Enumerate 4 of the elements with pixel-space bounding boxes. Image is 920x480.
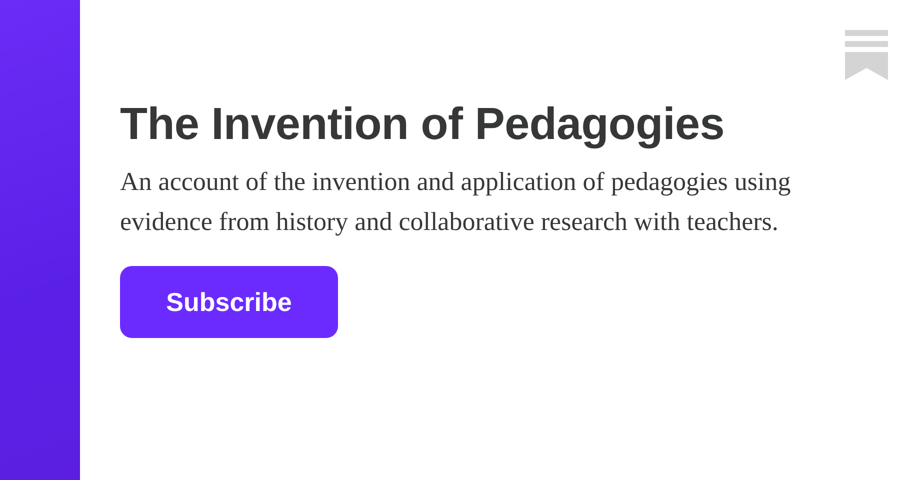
publication-description: An account of the invention and application of pedagogies using evidence from history and collaborative research with teachers. [120, 166, 792, 238]
bookmark-icon [845, 30, 888, 80]
publication-title: The Invention of Pedagogies [120, 97, 726, 151]
subscribe-button[interactable]: Subscribe [120, 266, 338, 338]
